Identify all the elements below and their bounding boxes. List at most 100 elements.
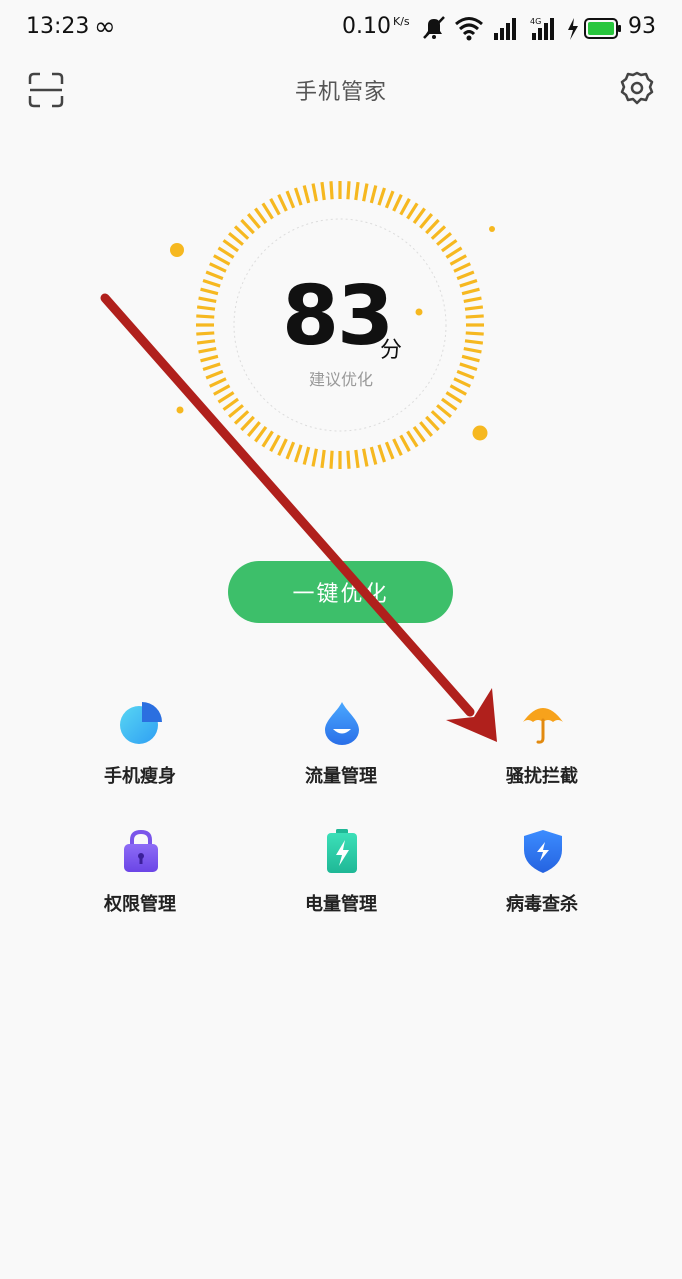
status-time: 13:23 [26, 14, 90, 39]
app-bar: 手机管家 [0, 62, 682, 118]
dial-tick [196, 339, 216, 345]
dial-tick [346, 181, 351, 200]
tool-virus-scan[interactable]: 病毒查杀 [462, 828, 622, 938]
wifi-icon [455, 17, 483, 41]
score-value: 83 [282, 269, 394, 364]
settings-button[interactable] [617, 68, 657, 108]
dial-tick [412, 207, 426, 225]
signal-4g-icon: 4G [530, 17, 554, 40]
dial-tick [198, 347, 217, 354]
dial-tick [269, 434, 281, 452]
tool-label: 电量管理 [305, 894, 377, 915]
storage-cleanup-icon [120, 702, 162, 744]
dial-tick [254, 207, 268, 225]
tool-battery-management[interactable]: 电量管理 [261, 828, 421, 938]
dial-tick [449, 254, 467, 266]
one-click-optimize-button[interactable]: 一键优化 [228, 561, 453, 623]
tool-phone-cleanup[interactable]: 手机瘦身 [60, 700, 220, 810]
tool-label: 手机瘦身 [104, 766, 176, 787]
dial-dot [489, 226, 495, 232]
tool-data-management[interactable]: 流量管理 [261, 700, 421, 810]
dial-tick [377, 187, 387, 206]
dial-tick [369, 446, 378, 465]
dial-dot [472, 425, 488, 441]
dial-tick [222, 239, 240, 253]
dial-tick [285, 190, 296, 209]
dial-tick [217, 246, 235, 259]
dial-tick [362, 183, 369, 202]
dial-tick [369, 185, 378, 204]
network-speed: 0.10 K/s [342, 14, 410, 39]
dial-tick [200, 287, 219, 296]
dial-tick [202, 278, 221, 288]
dial-tick [464, 305, 484, 311]
dial-tick [461, 287, 480, 296]
dial-tick [399, 198, 411, 216]
tool-harassment-block[interactable]: 骚扰拦截 [462, 700, 622, 810]
dial-tick [254, 425, 268, 443]
dial-tick [293, 187, 303, 206]
status-icons: 4G [423, 16, 621, 41]
dial-tick [240, 415, 255, 432]
lock-icon [124, 829, 158, 872]
dial-tick [425, 218, 440, 235]
dial-tick [311, 448, 318, 467]
network-speed-unit: K/s [392, 14, 410, 28]
dial-tick [425, 415, 440, 432]
svg-text:4G: 4G [530, 17, 541, 26]
tool-permission-management[interactable]: 权限管理 [60, 828, 220, 938]
dial-tick [240, 218, 255, 235]
battery-icon [327, 829, 357, 873]
dial-tick [459, 278, 478, 288]
tool-label: 骚扰拦截 [506, 766, 578, 787]
dial-tick [213, 254, 231, 266]
tool-label: 病毒查杀 [506, 894, 578, 915]
dial-tick [198, 296, 217, 303]
battery-percent: 93 [628, 14, 656, 39]
dial-tick [285, 441, 296, 460]
page-title: 手机管家 [294, 80, 387, 105]
charging-icon [568, 18, 578, 40]
dial-tick [320, 181, 326, 201]
dial-tick [196, 305, 216, 311]
score-status: 建议优化 [308, 370, 373, 389]
dial-tick [362, 448, 369, 467]
dial-tick [399, 434, 411, 452]
dial-tick [440, 397, 458, 411]
dial-tick [329, 450, 334, 469]
score-unit: 分 [380, 338, 403, 363]
dial-tick [384, 441, 395, 460]
dial-tick [277, 194, 288, 212]
dial-tick [419, 421, 434, 437]
dial-tick [377, 444, 387, 463]
dial-tick [465, 331, 484, 336]
infinity-icon: ∞ [94, 12, 116, 42]
score-value-wrap: 83 [282, 269, 394, 364]
dial-tick [430, 410, 447, 425]
dial-tick [445, 391, 463, 404]
dial-tick [246, 213, 261, 229]
dial-tick [384, 190, 395, 209]
dial-tick [222, 397, 240, 411]
dial-tick [453, 262, 471, 273]
dial-tick [392, 194, 403, 212]
dial-tick [261, 430, 274, 448]
dial-tick [261, 202, 274, 220]
network-speed-value: 0.10 [342, 14, 391, 39]
dial-tick [217, 391, 235, 404]
dial-tick [412, 425, 426, 443]
dial-tick [465, 314, 484, 319]
dial-tick [406, 430, 419, 448]
dial-tick [436, 404, 452, 419]
dial-tick [228, 404, 244, 419]
dial-tick [445, 246, 463, 259]
dial-tick [392, 438, 403, 456]
dial-tick [228, 231, 244, 246]
dial-tick [209, 262, 227, 273]
dial-tick [293, 444, 303, 463]
dial-tick [463, 296, 482, 303]
dial-tick [430, 225, 447, 240]
dial-tick [320, 449, 326, 469]
dial-tick [354, 449, 360, 469]
dial-tick [464, 339, 484, 345]
